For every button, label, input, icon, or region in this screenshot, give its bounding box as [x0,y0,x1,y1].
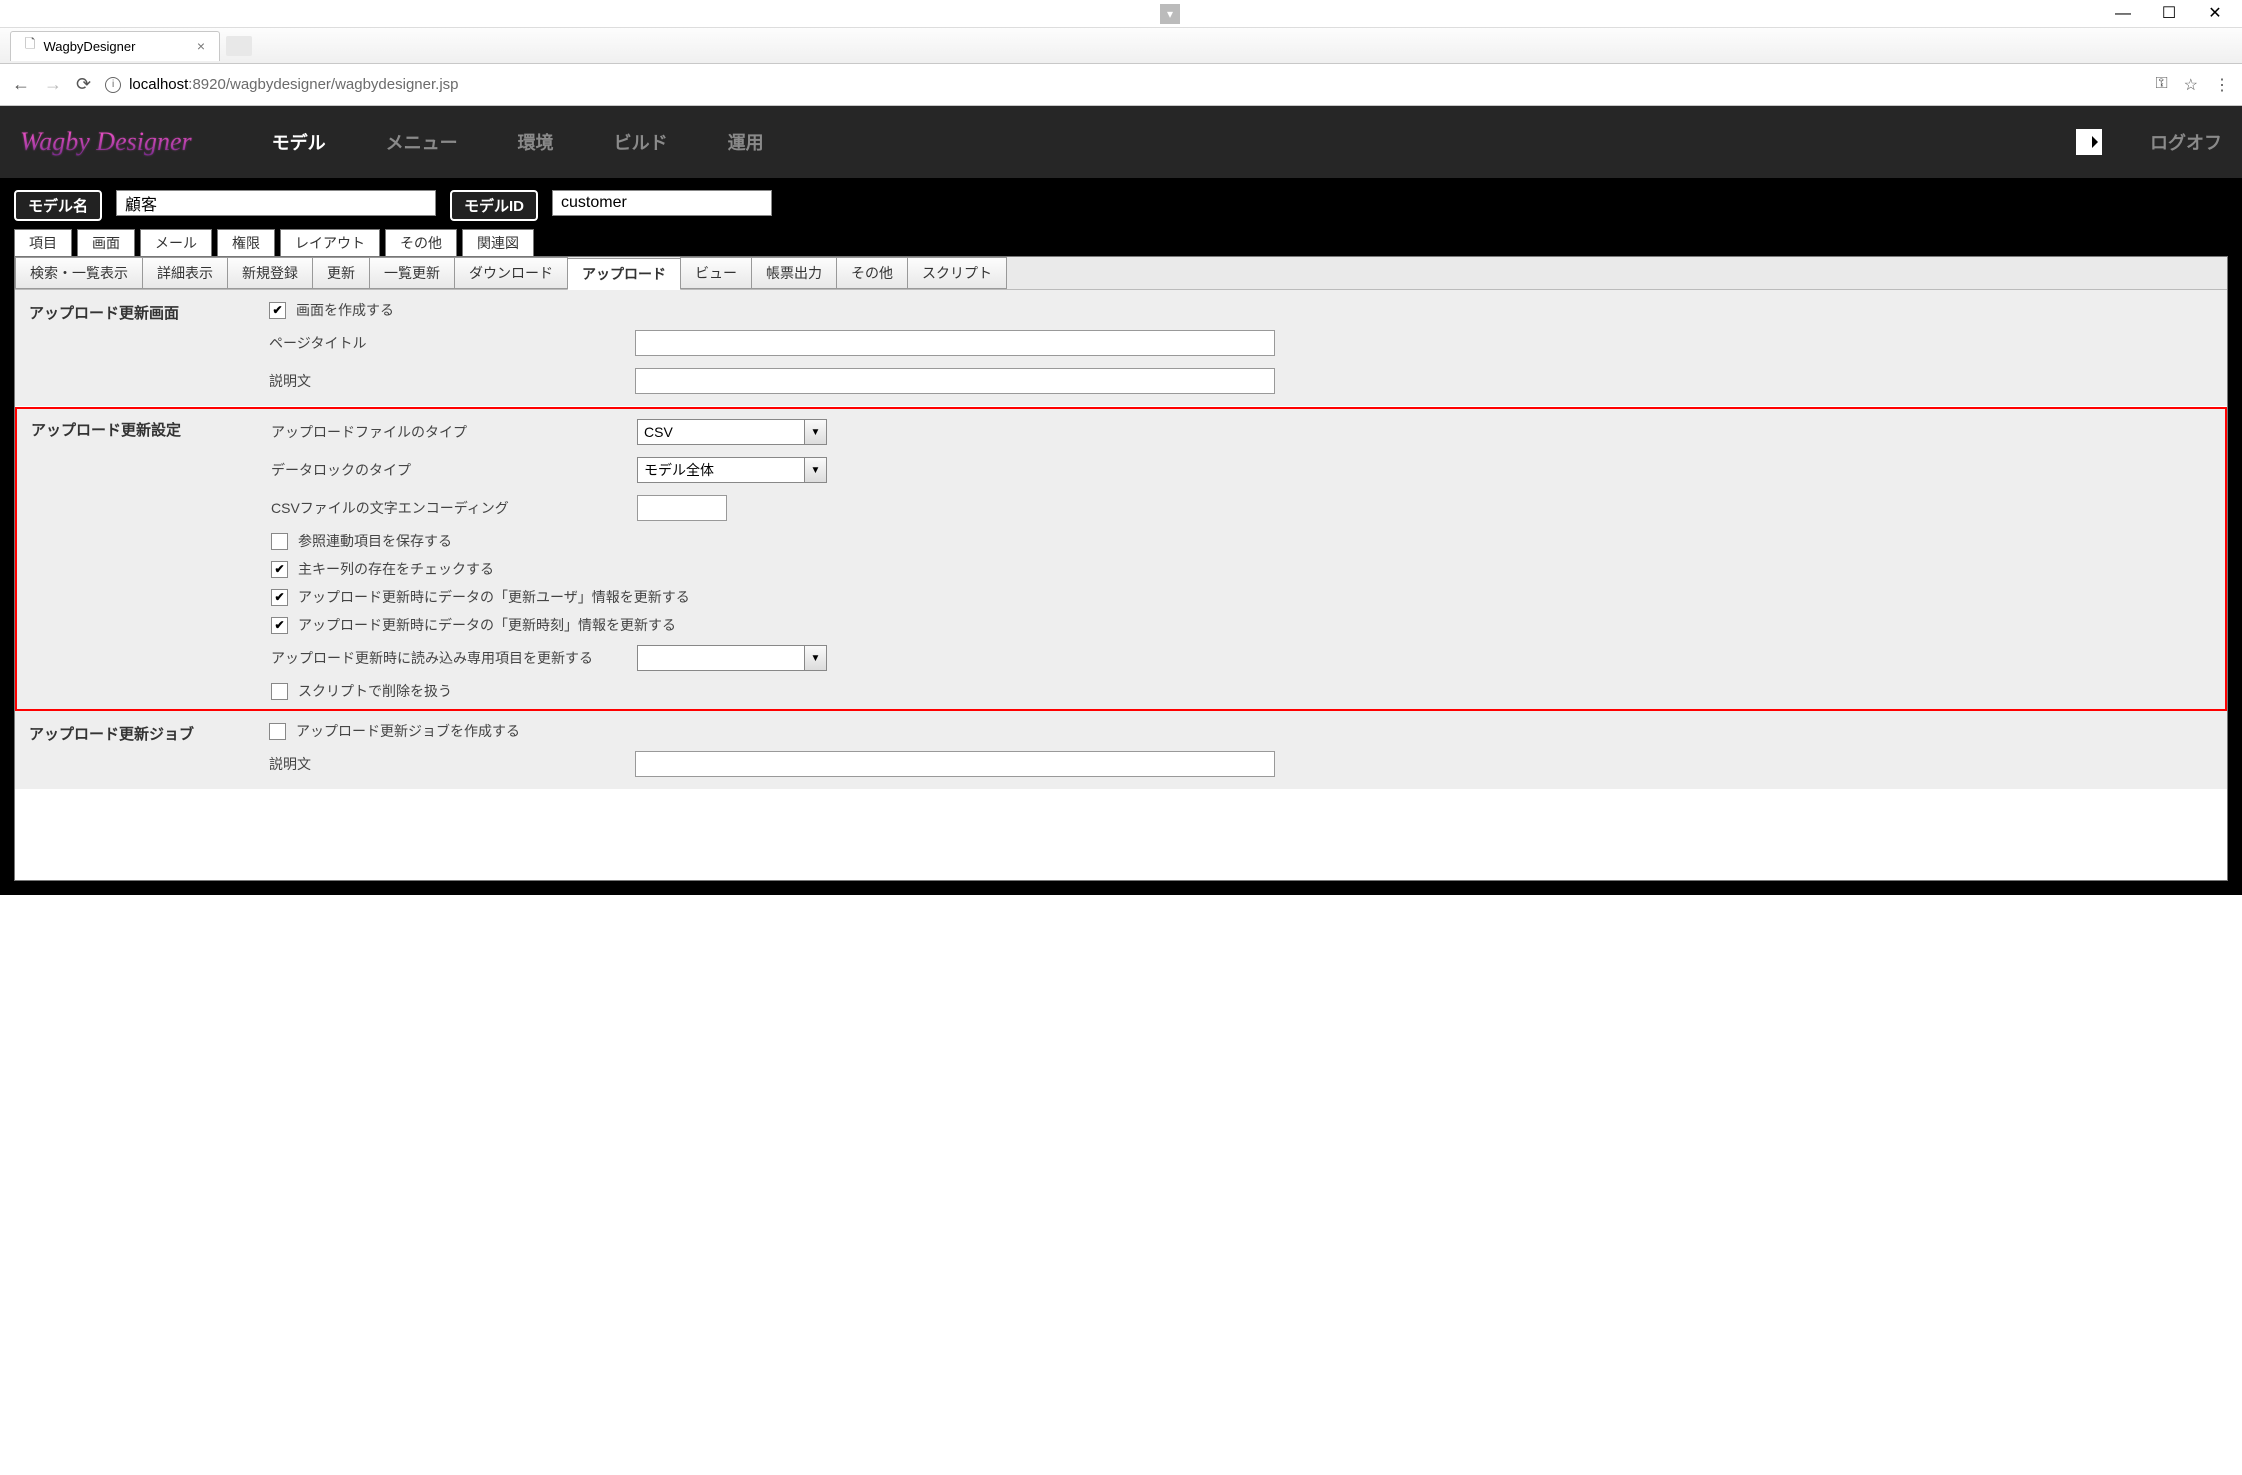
nav-forward-button[interactable]: → [44,74,62,95]
file-type-value: CSV [638,420,804,444]
window-maximize-button[interactable]: ☐ [2160,6,2178,22]
tab-mail[interactable]: メール [140,229,212,257]
primary-tabs: 項目 画面 メール 権限 レイアウト その他 関連図 [14,229,2228,257]
update-time-checkbox[interactable] [271,617,288,634]
description-label: 説明文 [269,371,619,391]
file-type-select[interactable]: CSV ▼ [637,419,827,445]
logoff-link[interactable]: ログオフ [2150,129,2222,155]
encoding-input[interactable] [637,495,727,521]
nav-build[interactable]: ビルド [614,129,668,155]
window-minimize-button[interactable]: — [2114,6,2132,22]
tab-relation[interactable]: 関連図 [462,229,534,257]
nav-reload-button[interactable]: ⟳ [76,74,91,95]
menu-icon[interactable]: ⋮ [2214,75,2230,95]
save-ref-label: 参照連動項目を保存する [298,531,452,551]
main-nav: モデル メニュー 環境 ビルド 運用 [272,129,764,155]
new-tab-button[interactable] [226,36,252,56]
sound-icon[interactable] [2076,129,2102,155]
create-job-checkbox[interactable] [269,723,286,740]
subtab-download[interactable]: ダウンロード [454,257,568,289]
delete-script-label: スクリプトで削除を扱う [298,681,452,701]
model-name-label: モデル名 [14,190,102,221]
url-text: localhost:8920/wagbydesigner/wagbydesign… [129,76,458,93]
page-icon: 🗋 [25,35,35,57]
update-time-label: アップロード更新時にデータの「更新時刻」情報を更新する [298,615,676,635]
subtab-detail[interactable]: 詳細表示 [142,257,228,289]
save-ref-checkbox[interactable] [271,533,288,550]
update-user-checkbox[interactable] [271,589,288,606]
section-title: アップロード更新ジョブ [29,721,249,779]
model-id-input[interactable] [552,190,772,216]
app-logo: Wagby Designer [20,127,232,157]
nav-menu[interactable]: メニュー [386,129,458,155]
bookmark-icon[interactable]: ☆ [2184,75,2198,95]
tab-layout[interactable]: レイアウト [280,229,380,257]
file-type-label: アップロードファイルのタイプ [271,422,621,442]
readonly-update-label: アップロード更新時に読み込み専用項目を更新する [271,648,621,668]
description-input[interactable] [635,368,1275,394]
tab-item[interactable]: 項目 [14,229,72,257]
chevron-down-icon[interactable]: ▼ [804,458,826,482]
browser-toolbar: ← → ⟳ i localhost:8920/wagbydesigner/wag… [0,64,2242,106]
update-user-label: アップロード更新時にデータの「更新ユーザ」情報を更新する [298,587,690,607]
browser-tab-title: WagbyDesigner [43,39,135,54]
lock-type-select[interactable]: モデル全体 ▼ [637,457,827,483]
app-header: Wagby Designer モデル メニュー 環境 ビルド 運用 ログオフ [0,106,2242,178]
site-info-icon[interactable]: i [105,77,121,93]
user-icon: ▾ [1160,4,1180,24]
page-title-label: ページタイトル [269,333,619,353]
key-icon[interactable]: ⚿ [2155,75,2167,95]
check-pk-label: 主キー列の存在をチェックする [298,559,494,579]
section-title: アップロード更新画面 [29,300,249,396]
readonly-value [638,646,804,670]
create-screen-label: 画面を作成する [296,300,394,320]
subtab-update[interactable]: 更新 [312,257,370,289]
secondary-tabs: 検索・一覧表示 詳細表示 新規登録 更新 一覧更新 ダウンロード アップロード … [15,257,2227,290]
section-title: アップロード更新設定 [31,417,251,701]
subtab-new[interactable]: 新規登録 [227,257,313,289]
nav-model[interactable]: モデル [272,129,326,155]
chevron-down-icon[interactable]: ▼ [804,420,826,444]
tab-other[interactable]: その他 [385,229,457,257]
subtab-script[interactable]: スクリプト [907,257,1007,289]
subtab-upload[interactable]: アップロード [567,258,681,290]
section-upload-screen: アップロード更新画面 画面を作成する ページタイトル 説明文 [15,290,2227,407]
lock-type-value: モデル全体 [638,458,804,482]
content-wrap: 項目 画面 メール 権限 レイアウト その他 関連図 検索・一覧表示 詳細表示 … [0,229,2242,895]
browser-tab-strip: 🗋 WagbyDesigner × [0,28,2242,64]
page-title-input[interactable] [635,330,1275,356]
create-job-label: アップロード更新ジョブを作成する [296,721,520,741]
tab-close-icon[interactable]: × [197,38,205,54]
nav-env[interactable]: 環境 [518,129,554,155]
chevron-down-icon[interactable]: ▼ [804,646,826,670]
os-titlebar: ▾ — ☐ ✕ [0,0,2242,28]
model-name-input[interactable] [116,190,436,216]
address-bar[interactable]: i localhost:8920/wagbydesigner/wagbydesi… [105,76,2141,93]
subtab-report[interactable]: 帳票出力 [751,257,837,289]
subtab-search[interactable]: 検索・一覧表示 [15,257,143,289]
tab-screen[interactable]: 画面 [77,229,135,257]
tab-permission[interactable]: 権限 [217,229,275,257]
model-id-label: モデルID [450,190,538,221]
job-description-input[interactable] [635,751,1275,777]
nav-operate[interactable]: 運用 [728,129,764,155]
section-upload-settings: アップロード更新設定 アップロードファイルのタイプ CSV ▼ データロックのタ… [15,407,2227,711]
window-close-button[interactable]: ✕ [2206,6,2224,22]
encoding-label: CSVファイルの文字エンコーディング [271,498,621,518]
nav-back-button[interactable]: ← [12,74,30,95]
browser-tab[interactable]: 🗋 WagbyDesigner × [10,31,220,61]
subtab-listupdate[interactable]: 一覧更新 [369,257,455,289]
settings-panel: アップロード更新画面 画面を作成する ページタイトル 説明文 [15,290,2227,880]
create-screen-checkbox[interactable] [269,302,286,319]
delete-script-checkbox[interactable] [271,683,288,700]
subtab-other2[interactable]: その他 [836,257,908,289]
readonly-select[interactable]: ▼ [637,645,827,671]
section-upload-job: アップロード更新ジョブ アップロード更新ジョブを作成する 説明文 [15,711,2227,790]
lock-type-label: データロックのタイプ [271,460,621,480]
subtab-view[interactable]: ビュー [680,257,752,289]
job-description-label: 説明文 [269,754,619,774]
check-pk-checkbox[interactable] [271,561,288,578]
